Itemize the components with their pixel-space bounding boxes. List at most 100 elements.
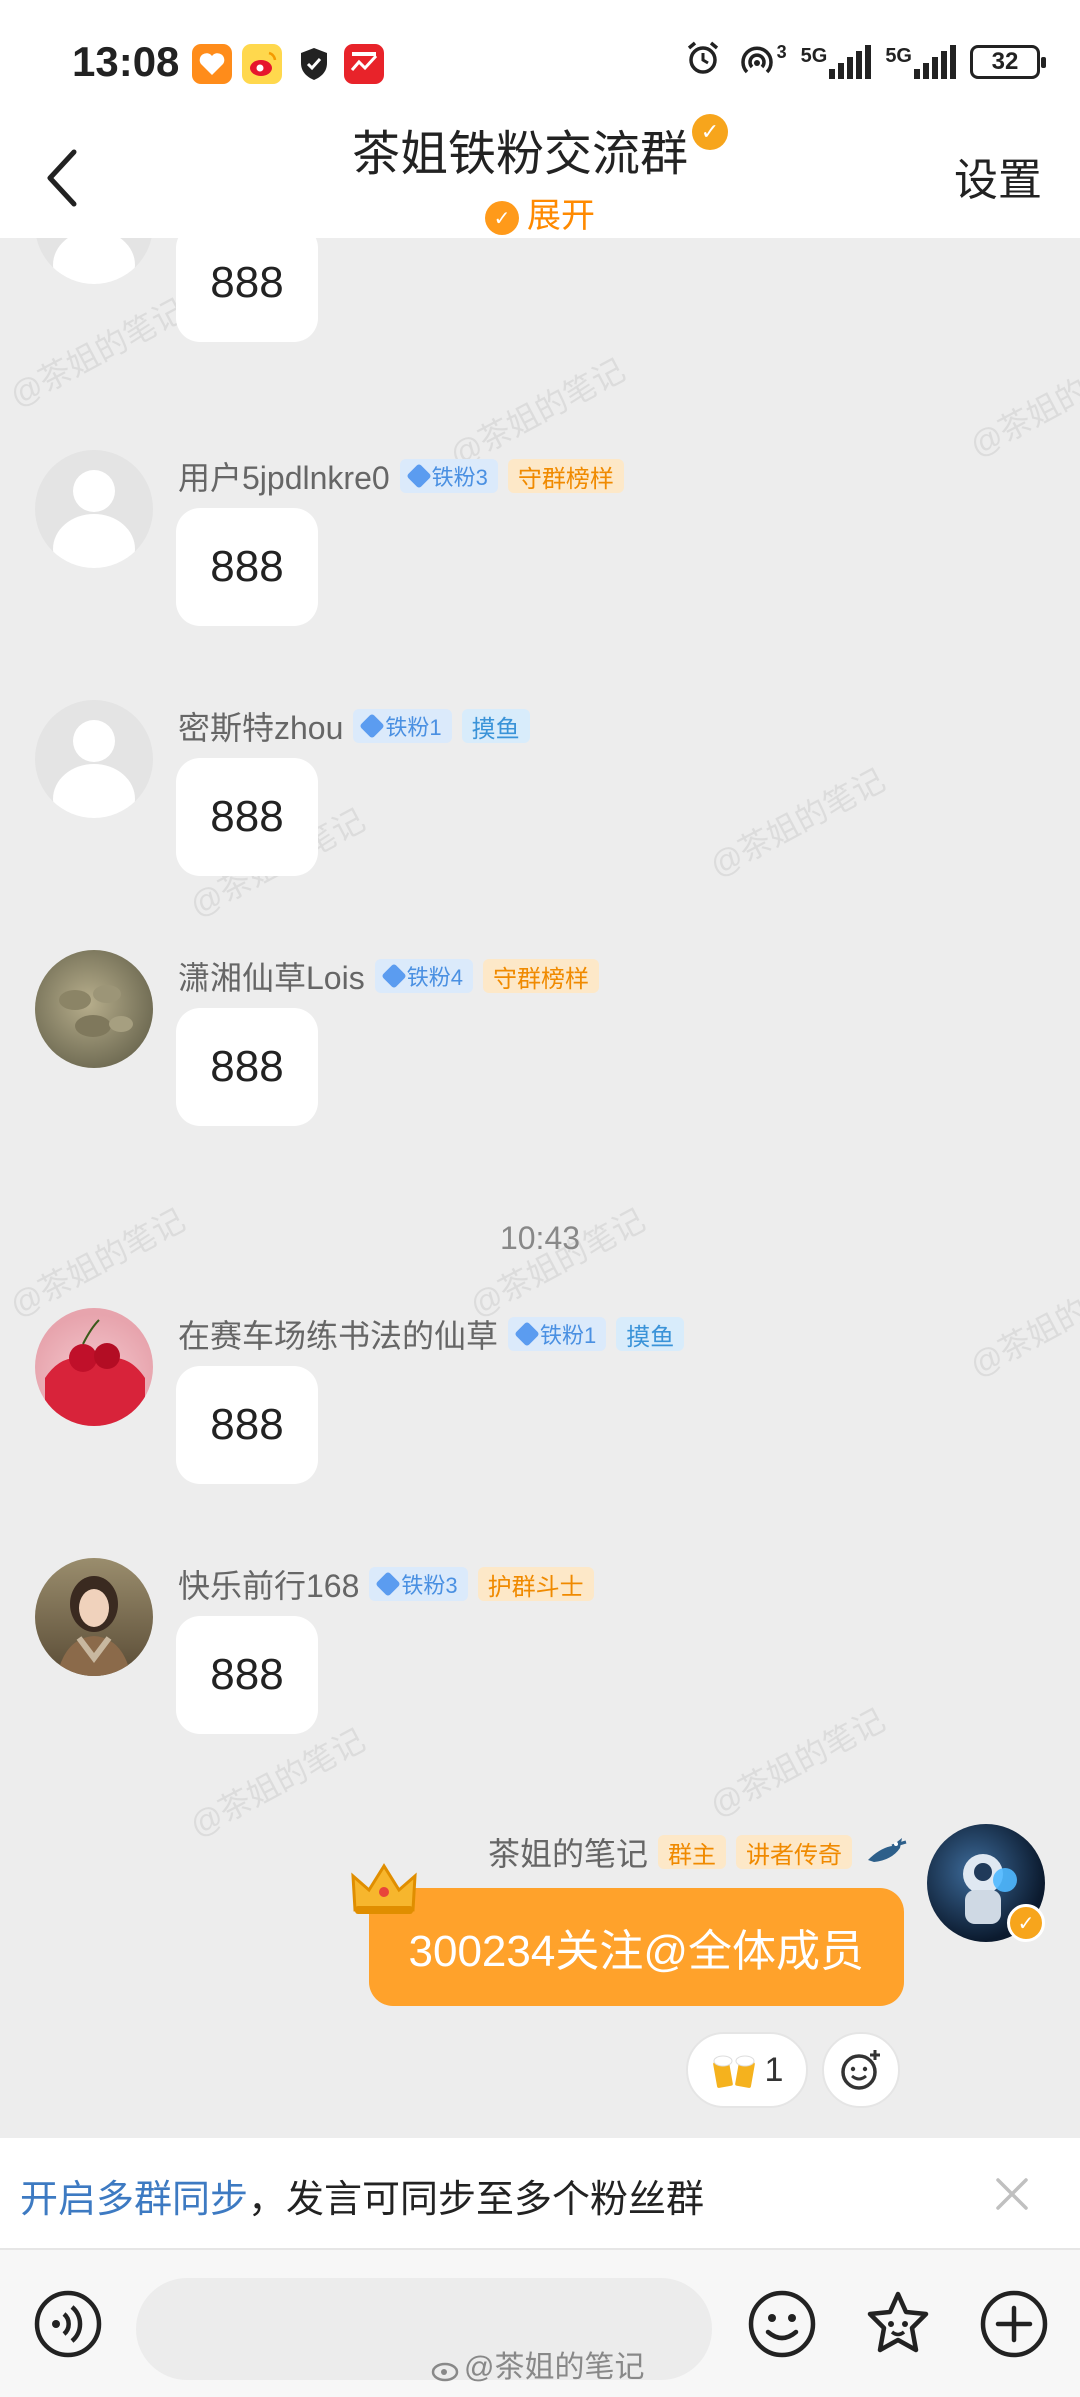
sync-banner: 开启多群同步，发言可同步至多个粉丝群	[0, 2138, 1080, 2250]
verified-icon: ✓	[692, 114, 728, 150]
watermark: @茶姐的笔记	[963, 341, 1080, 464]
chat-header: 茶姐铁粉交流群 ✓ ✓ 展开 设置	[0, 114, 1080, 238]
owner-title-tag: 讲者传奇	[736, 1835, 852, 1869]
signal-5g-1: 5G	[801, 44, 872, 79]
stock-app-icon	[344, 44, 384, 84]
watermark: @茶姐的笔记	[703, 761, 891, 884]
message-bubble[interactable]: 888	[176, 758, 318, 876]
chat-timestamp: 10:43	[499, 1220, 581, 1256]
member-tag: 守群榜样	[482, 959, 599, 993]
battery-level: 32	[991, 47, 1019, 75]
sender-info: 密斯特zhou 铁粉1 摸鱼	[178, 706, 530, 746]
owner-name[interactable]: 茶姐的笔记	[488, 1829, 648, 1875]
fan-diamond-icon	[359, 713, 386, 739]
sender-info: 在赛车场练书法的仙草 铁粉1 摸鱼	[178, 1311, 685, 1357]
voice-button[interactable]	[32, 2288, 104, 2360]
message-bubble[interactable]: 888	[176, 1008, 318, 1126]
beer-icon	[711, 2049, 759, 2091]
sender-info: 用户5jpdlnkre0 铁粉3 守群榜样	[178, 456, 624, 496]
sender-name[interactable]: 快乐前行168	[178, 1561, 359, 1607]
bird-icon	[862, 1830, 910, 1875]
watermark: @茶姐的笔记	[3, 291, 191, 414]
fan-diamond-icon	[380, 963, 407, 989]
message-bubble[interactable]: 888	[176, 1366, 318, 1484]
add-emoji-icon	[841, 2050, 880, 2090]
watermark: @茶姐的笔记	[703, 1701, 891, 1824]
alarm-icon	[683, 38, 723, 85]
sync-banner-text: 开启多群同步，发言可同步至多个粉丝群	[20, 2168, 704, 2223]
expand-label: 展开	[527, 197, 595, 235]
owner-info: 茶姐的笔记 群主 讲者传奇	[488, 1830, 910, 1874]
fan-diamond-icon	[405, 463, 432, 489]
fan-level-badge: 铁粉3	[399, 459, 498, 493]
member-tag: 守群榜样	[507, 459, 624, 493]
crown-icon	[350, 1863, 417, 1914]
beer-reaction-button[interactable]: 1	[686, 2032, 808, 2108]
check-circle-icon: ✓	[485, 201, 519, 236]
sender-info: 潇湘仙草Lois 铁粉4 守群榜样	[178, 956, 599, 996]
sender-name[interactable]: 在赛车场练书法的仙草	[178, 1311, 498, 1357]
fan-diamond-icon	[514, 1321, 540, 1347]
status-bar: 13:08 3 5G 5G 32	[0, 0, 1080, 130]
message-bubble[interactable]: 888	[176, 238, 318, 342]
weibo-icon	[242, 44, 282, 84]
member-tag: 护群斗士	[477, 1567, 594, 1601]
hotspot-icon: 3	[737, 42, 787, 82]
plus-icon	[980, 2290, 1048, 2358]
fan-level-badge: 铁粉4	[374, 959, 473, 993]
status-time: 13:08	[72, 38, 180, 85]
weibo-logo-icon	[431, 2362, 459, 2382]
owner-avatar[interactable]: ✓	[927, 1824, 1045, 1942]
fan-diamond-icon	[375, 1571, 402, 1597]
signal-5g-2: 5G	[885, 44, 956, 79]
fan-level-badge: 铁粉3	[369, 1567, 468, 1601]
group-title-text: 茶姐铁粉交流群	[351, 128, 688, 181]
fan-level-badge: 铁粉1	[508, 1317, 607, 1351]
signal-bars-1	[829, 44, 872, 79]
app-heart-icon	[192, 44, 232, 84]
status-indicators: 3 5G 5G 32	[683, 38, 1046, 85]
battery-icon: 32	[970, 44, 1046, 79]
group-title: 茶姐铁粉交流群 ✓	[0, 114, 1080, 184]
message-bubble[interactable]: 888	[176, 1616, 318, 1734]
member-tag: 摸鱼	[461, 709, 530, 743]
avatar[interactable]	[35, 238, 153, 284]
watermark: @茶姐的笔记	[3, 1201, 191, 1324]
avatar[interactable]	[35, 950, 153, 1068]
message-bubble[interactable]: 888	[176, 508, 318, 626]
watermark: @茶姐的笔记	[183, 1721, 371, 1844]
emoji-button[interactable]	[746, 2288, 818, 2360]
avatar[interactable]	[35, 450, 153, 568]
sender-name[interactable]: 密斯特zhou	[178, 703, 343, 749]
voice-icon	[34, 2290, 102, 2358]
hotspot-count: 3	[776, 41, 787, 62]
bottom-watermark: @茶姐的笔记	[430, 2342, 644, 2386]
enable-multi-group-sync-link[interactable]: 开启多群同步	[20, 2179, 248, 2221]
bottom-watermark-text: @茶姐的笔记	[464, 2351, 645, 2384]
close-banner-button[interactable]	[984, 2166, 1040, 2222]
sender-name[interactable]: 用户5jpdlnkre0	[178, 453, 390, 499]
sync-banner-rest: ，发言可同步至多个粉丝群	[248, 2179, 705, 2221]
sender-info: 快乐前行168 铁粉3 护群斗士	[178, 1564, 594, 1604]
watermark: @茶姐的笔记	[963, 1261, 1080, 1384]
settings-button[interactable]: 设置	[954, 144, 1042, 208]
more-button[interactable]	[978, 2288, 1050, 2360]
expand-button[interactable]: ✓ 展开	[0, 188, 1080, 237]
avatar[interactable]	[35, 700, 153, 818]
member-tag: 摸鱼	[616, 1317, 685, 1351]
close-icon	[996, 2178, 1028, 2210]
avatar[interactable]	[35, 1308, 153, 1426]
star-face-icon	[867, 2291, 929, 2353]
sticker-button[interactable]	[862, 2288, 934, 2360]
watermark: @茶姐的笔记	[463, 1201, 651, 1324]
add-reaction-button[interactable]	[822, 2032, 900, 2108]
emoji-icon	[748, 2290, 816, 2358]
sender-name[interactable]: 潇湘仙草Lois	[178, 953, 365, 999]
verified-icon: ✓	[1007, 1904, 1045, 1942]
owner-message-bubble[interactable]: 300234关注@全体成员	[350, 1863, 904, 2006]
shield-icon	[294, 44, 334, 84]
owner-message-text: 300234关注@全体成员	[408, 1927, 865, 1976]
chat-area[interactable]: @茶姐的笔记 @茶姐的笔记 @茶姐的笔记 @茶姐的笔记 @茶姐的笔记 @茶姐的笔…	[0, 238, 1080, 2138]
avatar[interactable]	[35, 1558, 153, 1676]
owner-role-tag: 群主	[658, 1835, 726, 1869]
